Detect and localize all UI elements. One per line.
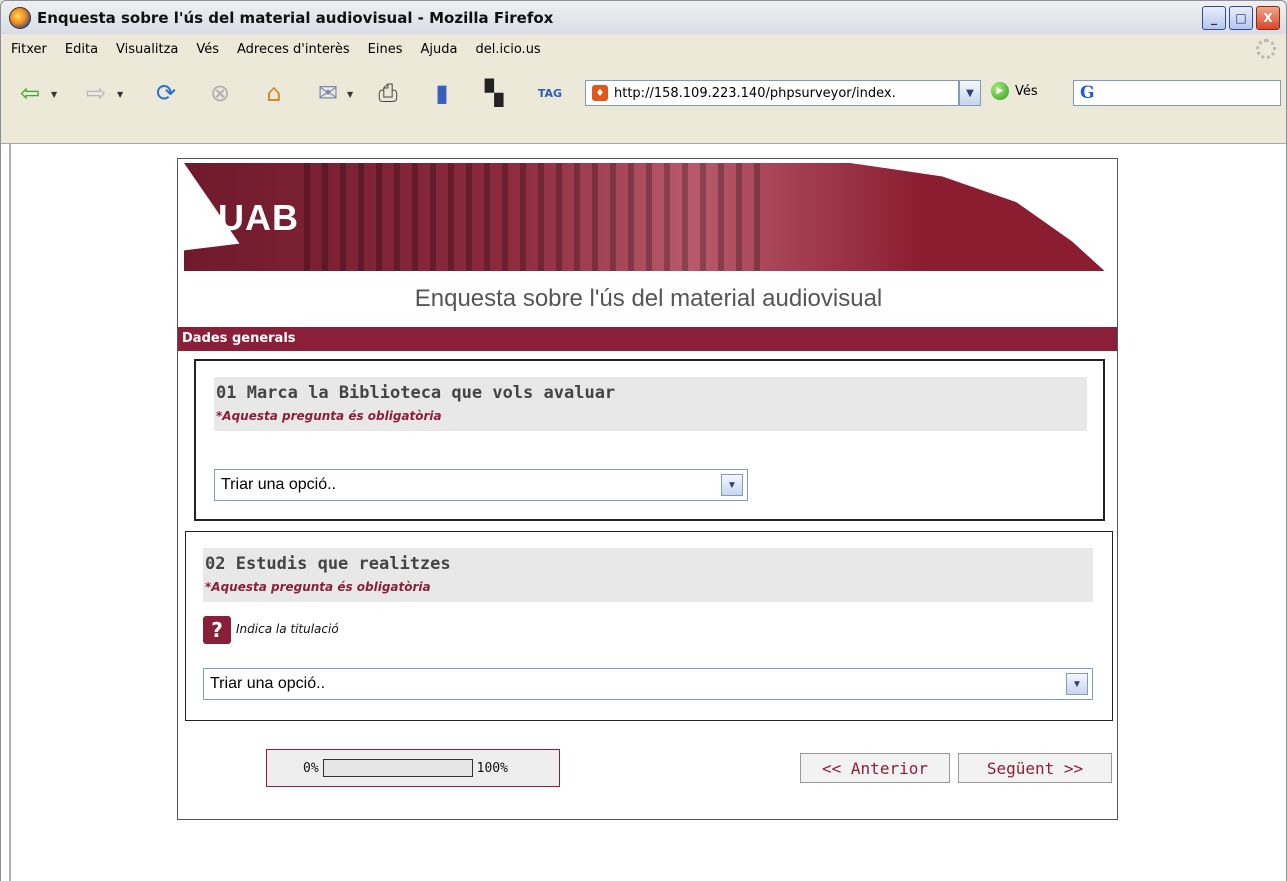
menu-item-visualitza[interactable]: Visualitza xyxy=(116,42,178,57)
go-label: Vés xyxy=(1015,83,1038,99)
question-1-select[interactable]: Triar una opció.. ▼ xyxy=(214,469,748,501)
maximize-button[interactable]: □ xyxy=(1229,6,1253,30)
firefox-icon xyxy=(9,6,31,29)
chevron-down-icon[interactable]: ▼ xyxy=(1066,673,1088,695)
minimize-button[interactable]: _ xyxy=(1202,6,1226,30)
window-title: Enquesta sobre l'ús del material audiovi… xyxy=(37,8,554,27)
progress-bar xyxy=(322,759,473,777)
question-2-mandatory: *Aquesta pregunta és obligatòria xyxy=(205,580,431,594)
menu-item-adreces[interactable]: Adreces d'interès xyxy=(237,42,350,57)
chevron-down-icon[interactable]: ▼ xyxy=(721,474,743,496)
menu-item-fitxer[interactable]: Fitxer xyxy=(11,42,47,57)
help-icon: ? xyxy=(203,616,231,644)
question-1-mandatory: *Aquesta pregunta és obligatòria xyxy=(216,409,442,423)
question-1: 01 Marca la Biblioteca que vols avaluar … xyxy=(194,359,1105,521)
progress-min-label: 0% xyxy=(303,760,319,776)
menu-item-delicious[interactable]: del.icio.us xyxy=(475,42,540,57)
question-2-select-value: Triar una opció.. xyxy=(210,675,326,692)
close-button[interactable]: X xyxy=(1256,6,1280,30)
url-bar[interactable]: ♦ http://158.109.223.140/phpsurveyor/ind… xyxy=(585,80,959,106)
banner-library-shelves xyxy=(304,163,764,271)
question-1-text: 01 Marca la Biblioteca que vols avaluar xyxy=(216,383,616,403)
menu-bar: Fitxer Edita Visualitza Vés Adreces d'in… xyxy=(0,34,1287,64)
search-box[interactable]: G xyxy=(1073,80,1281,106)
question-2: 02 Estudis que realitzes *Aquesta pregun… xyxy=(185,531,1113,721)
question-1-select-value: Triar una opció.. xyxy=(221,476,337,493)
question-2-text: 02 Estudis que realitzes xyxy=(205,554,451,574)
next-button[interactable]: Següent >> xyxy=(958,753,1112,783)
window-controls: _ □ X xyxy=(1202,6,1280,30)
back-icon[interactable]: ⇦ xyxy=(15,78,45,108)
forward-dropdown-icon[interactable]: ▼ xyxy=(117,90,125,99)
mail-dropdown-icon[interactable]: ▼ xyxy=(347,90,355,99)
menu-item-edita[interactable]: Edita xyxy=(65,42,98,57)
google-search-icon: G xyxy=(1080,83,1095,103)
site-favicon-icon: ♦ xyxy=(592,85,608,101)
window-titlebar: Enquesta sobre l'ús del material audiovi… xyxy=(0,0,1287,34)
progress-indicator: 0% 100% xyxy=(266,749,560,787)
page-viewport: UAB Enquesta sobre l'ús del material aud… xyxy=(0,144,1287,881)
banner: UAB xyxy=(184,163,1109,271)
back-dropdown-icon[interactable]: ▼ xyxy=(51,90,59,99)
viewport-edge xyxy=(9,144,11,881)
stop-icon[interactable]: ⊗ xyxy=(205,78,235,108)
group-header: Dades generals xyxy=(178,327,1117,351)
forward-icon[interactable]: ⇨ xyxy=(81,78,111,108)
home-icon[interactable]: ⌂ xyxy=(259,78,289,108)
url-dropdown-icon[interactable]: ▼ xyxy=(959,80,981,106)
url-text[interactable]: http://158.109.223.140/phpsurveyor/index… xyxy=(614,86,896,101)
delicious-icon[interactable]: ▚ xyxy=(479,78,509,108)
question-2-help: Indica la titulació xyxy=(236,622,339,636)
reload-icon[interactable]: ⟳ xyxy=(151,78,181,108)
question-2-header: 02 Estudis que realitzes *Aquesta pregun… xyxy=(203,548,1093,602)
go-button[interactable]: ▶ Vés xyxy=(991,82,1038,100)
uab-logo: UAB xyxy=(218,197,299,238)
progress-max-label: 100% xyxy=(476,760,508,776)
tag-icon[interactable]: TAG xyxy=(535,78,565,108)
menu-item-ves[interactable]: Vés xyxy=(196,42,219,57)
mail-icon[interactable]: ✉ xyxy=(313,78,343,108)
survey-title: Enquesta sobre l'ús del material audiovi… xyxy=(414,285,883,312)
go-icon: ▶ xyxy=(991,82,1009,100)
question-1-header: 01 Marca la Biblioteca que vols avaluar … xyxy=(214,377,1087,431)
print-icon[interactable]: ⎙ xyxy=(373,78,403,108)
throbber-icon xyxy=(1256,39,1276,59)
menu-item-ajuda[interactable]: Ajuda xyxy=(421,42,458,57)
menu-item-eines[interactable]: Eines xyxy=(368,42,403,57)
previous-button[interactable]: << Anterior xyxy=(800,753,950,783)
survey-container: UAB Enquesta sobre l'ús del material aud… xyxy=(177,158,1118,820)
navigation-toolbar: ⇦ ▼ ⇨ ▼ ⟳ ⊗ ⌂ ✉ ▼ ⎙ ▮ ▚ TAG ♦ http://158… xyxy=(0,64,1287,144)
bookmark-icon[interactable]: ▮ xyxy=(427,78,457,108)
question-2-select[interactable]: Triar una opció.. ▼ xyxy=(203,668,1093,700)
